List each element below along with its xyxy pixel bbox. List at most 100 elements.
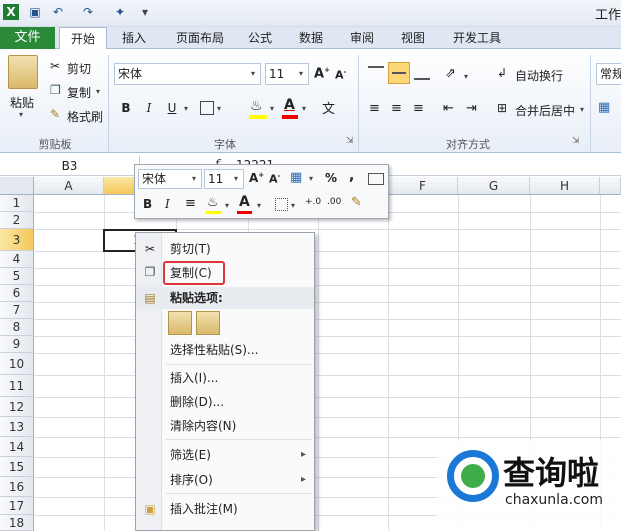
menu-item-delete[interactable]: 删除(D)...: [170, 392, 224, 412]
select-all-corner[interactable]: [0, 177, 34, 195]
row-header[interactable]: 17: [0, 497, 34, 515]
fill-color-icon[interactable]: ♨: [250, 98, 263, 114]
row-header[interactable]: 1: [0, 195, 34, 212]
merge-center-button[interactable]: 合并后居中: [515, 102, 575, 119]
copy-dropdown-icon[interactable]: ▾: [96, 87, 100, 96]
row-header[interactable]: 2: [0, 212, 34, 229]
size-dropdown-icon[interactable]: ▾: [299, 69, 303, 78]
row-header[interactable]: 6: [0, 285, 34, 302]
cut-button[interactable]: 剪切: [67, 60, 91, 77]
menu-item-cut[interactable]: 剪切(T): [170, 239, 211, 259]
mini-italic-button[interactable]: I: [165, 197, 170, 211]
mini-format-icon[interactable]: [368, 173, 384, 185]
menu-item-clear[interactable]: 清除内容(N): [170, 416, 236, 436]
mini-font-color-dropdown-icon[interactable]: ▾: [257, 201, 261, 210]
row-header[interactable]: 7: [0, 302, 34, 319]
underline-dropdown-icon[interactable]: ▾: [184, 104, 188, 113]
column-header[interactable]: [600, 177, 621, 195]
row-header[interactable]: 8: [0, 319, 34, 336]
mini-increase-decimal-icon[interactable]: +.0: [305, 197, 321, 207]
name-box[interactable]: B3: [0, 156, 140, 176]
mini-currency-icon[interactable]: ▦: [290, 170, 302, 185]
row-header[interactable]: 9: [0, 336, 34, 353]
align-left-icon[interactable]: ≡: [369, 101, 380, 116]
number-format-select[interactable]: 常规: [596, 63, 621, 85]
mini-center-icon[interactable]: ≡: [185, 196, 196, 211]
align-bottom-icon[interactable]: [414, 66, 430, 80]
font-launcher-icon[interactable]: ⇲: [346, 136, 354, 146]
mini-format-painter-icon[interactable]: ✎: [351, 195, 362, 210]
row-header[interactable]: 5: [0, 268, 34, 285]
menu-item-insert[interactable]: 插入(I)...: [170, 368, 218, 388]
column-header[interactable]: A: [34, 177, 104, 195]
mini-shrink-font-icon[interactable]: A-: [269, 172, 280, 186]
border-dropdown-icon[interactable]: ▾: [217, 104, 221, 113]
tab-page-layout[interactable]: 页面布局: [165, 27, 235, 49]
alignment-launcher-icon[interactable]: ⇲: [572, 136, 580, 146]
mini-size-dropdown-icon[interactable]: ▾: [234, 174, 238, 183]
orientation-icon[interactable]: ⇗: [445, 66, 456, 81]
redo-icon[interactable]: ↷: [80, 4, 96, 20]
undo-icon[interactable]: ↶: [50, 4, 66, 20]
row-header[interactable]: 14: [0, 437, 34, 457]
row-header[interactable]: 11: [0, 375, 34, 397]
paste-values-icon[interactable]: [196, 311, 220, 335]
tab-view[interactable]: 视图: [393, 27, 433, 49]
phonetic-icon[interactable]: 文: [322, 98, 335, 117]
align-right-icon[interactable]: ≡: [413, 101, 424, 116]
mini-border-dropdown-icon[interactable]: ▾: [291, 201, 295, 210]
italic-button[interactable]: I: [140, 98, 158, 118]
column-header[interactable]: F: [388, 177, 458, 195]
increase-indent-icon[interactable]: ⇥: [466, 101, 477, 116]
currency-icon[interactable]: ▦: [598, 100, 610, 115]
mini-font-dropdown-icon[interactable]: ▾: [192, 174, 196, 183]
paste-all-icon[interactable]: [168, 311, 192, 335]
border-icon[interactable]: [200, 101, 214, 115]
grow-font-icon[interactable]: A+: [314, 66, 330, 81]
save-icon[interactable]: ▣: [27, 4, 43, 20]
orientation-dropdown-icon[interactable]: ▾: [464, 72, 468, 81]
tab-insert[interactable]: 插入: [110, 27, 158, 49]
tab-home[interactable]: 开始: [59, 27, 107, 50]
format-painter-button[interactable]: 格式刷: [67, 108, 103, 125]
row-header[interactable]: 16: [0, 477, 34, 497]
mini-fill-dropdown-icon[interactable]: ▾: [225, 201, 229, 210]
menu-item-paste-special[interactable]: 选择性粘贴(S)...: [170, 340, 258, 360]
paste-dropdown-icon[interactable]: ▾: [19, 110, 23, 119]
font-color-button[interactable]: A: [284, 97, 295, 113]
mini-bold-button[interactable]: B: [143, 197, 152, 211]
underline-button[interactable]: U: [163, 98, 181, 118]
paste-button[interactable]: 粘贴: [10, 94, 34, 111]
tab-review[interactable]: 审阅: [342, 27, 382, 49]
row-header[interactable]: 13: [0, 417, 34, 437]
mini-comma-button[interactable]: ,: [349, 168, 354, 184]
tool-icon[interactable]: ✦: [112, 4, 128, 20]
merge-dropdown-icon[interactable]: ▾: [580, 105, 584, 114]
shrink-font-icon[interactable]: A-: [335, 68, 346, 82]
mini-grow-font-icon[interactable]: A+: [249, 171, 264, 185]
tab-file[interactable]: 文件: [0, 27, 55, 49]
mini-percent-button[interactable]: %: [325, 171, 337, 185]
row-header-selected[interactable]: 3: [0, 229, 34, 251]
mini-decrease-decimal-icon[interactable]: .00: [327, 197, 341, 207]
menu-item-copy[interactable]: 复制(C): [170, 263, 212, 283]
row-header[interactable]: 4: [0, 251, 34, 268]
customize-icon[interactable]: ▾: [137, 4, 153, 20]
align-center-icon[interactable]: ≡: [391, 101, 402, 116]
row-header[interactable]: 10: [0, 353, 34, 375]
decrease-indent-icon[interactable]: ⇤: [443, 101, 454, 116]
mini-border-icon[interactable]: [275, 198, 288, 211]
tab-data[interactable]: 数据: [290, 27, 332, 49]
font-dropdown-icon[interactable]: ▾: [251, 69, 255, 78]
font-name-select[interactable]: 宋体: [114, 63, 261, 85]
column-header[interactable]: H: [530, 177, 600, 195]
fill-dropdown-icon[interactable]: ▾: [270, 104, 274, 113]
menu-item-filter[interactable]: 筛选(E): [170, 445, 211, 465]
wrap-text-button[interactable]: 自动换行: [515, 67, 563, 84]
column-header[interactable]: G: [458, 177, 530, 195]
font-color-dropdown-icon[interactable]: ▾: [302, 104, 306, 113]
bold-button[interactable]: B: [117, 98, 135, 118]
row-header[interactable]: 15: [0, 457, 34, 477]
mini-currency-dropdown-icon[interactable]: ▾: [309, 174, 313, 183]
copy-button[interactable]: 复制: [67, 84, 91, 101]
